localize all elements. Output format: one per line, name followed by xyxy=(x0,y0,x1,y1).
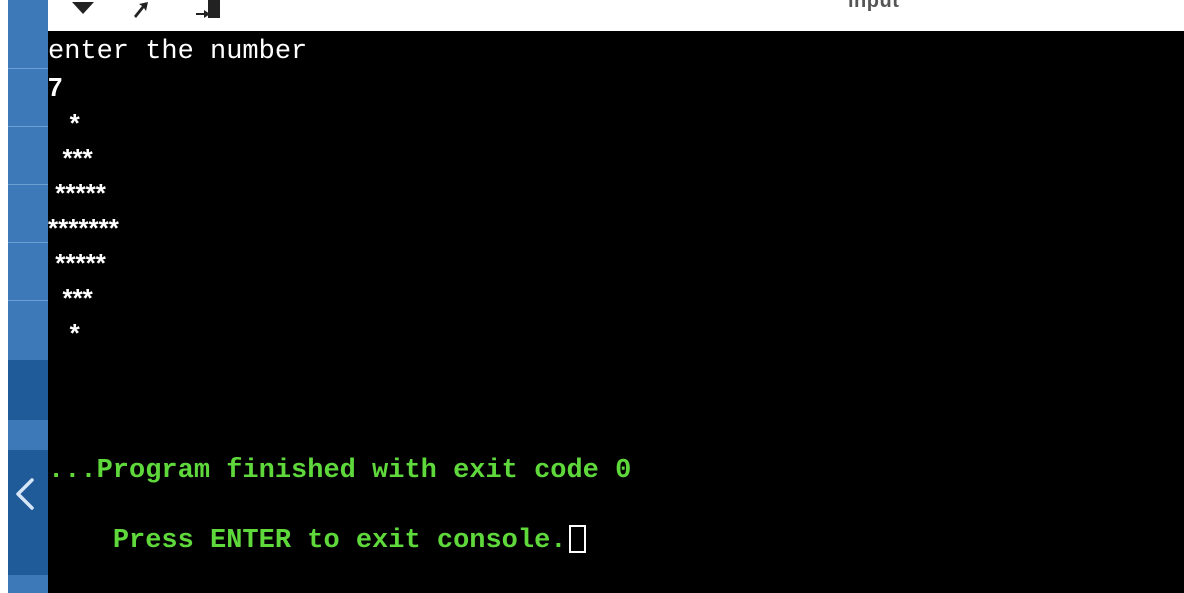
console-prompt: enter the number xyxy=(48,37,308,67)
chevron-left-icon xyxy=(16,478,34,510)
pattern-line: * xyxy=(48,108,80,138)
arrow-icon[interactable] xyxy=(130,0,150,20)
pattern-line: *** xyxy=(48,283,93,313)
collapse-panel-button[interactable] xyxy=(8,472,48,514)
pattern-line: ***** xyxy=(48,178,106,208)
sidebar-divider xyxy=(8,126,48,127)
sidebar-divider xyxy=(8,68,48,69)
exit-status-message: ...Program finished with exit code 0 xyxy=(48,456,632,486)
sidebar-divider xyxy=(8,184,48,185)
sidebar-block xyxy=(8,360,48,420)
toolbar-title: input xyxy=(848,0,900,12)
exit-prompt-line: Press ENTER to exit console. xyxy=(48,493,586,589)
pattern-line: ******* xyxy=(48,213,119,243)
sidebar-divider xyxy=(8,242,48,243)
pattern-line: ***** xyxy=(48,248,106,278)
console-input-value: 7 xyxy=(48,72,63,102)
console-output[interactable]: enter the number 7 * *** ***** ******* *… xyxy=(48,31,1184,593)
text-cursor[interactable] xyxy=(568,525,586,553)
console-toolbar: input xyxy=(48,0,1184,32)
sidebar-divider xyxy=(8,300,48,301)
chevron-down-icon[interactable] xyxy=(70,0,96,20)
pattern-line: *** xyxy=(48,143,93,173)
pattern-line: * xyxy=(48,318,80,348)
exit-prompt-text: Press ENTER to exit console. xyxy=(112,526,567,556)
step-into-icon[interactable] xyxy=(194,0,222,20)
